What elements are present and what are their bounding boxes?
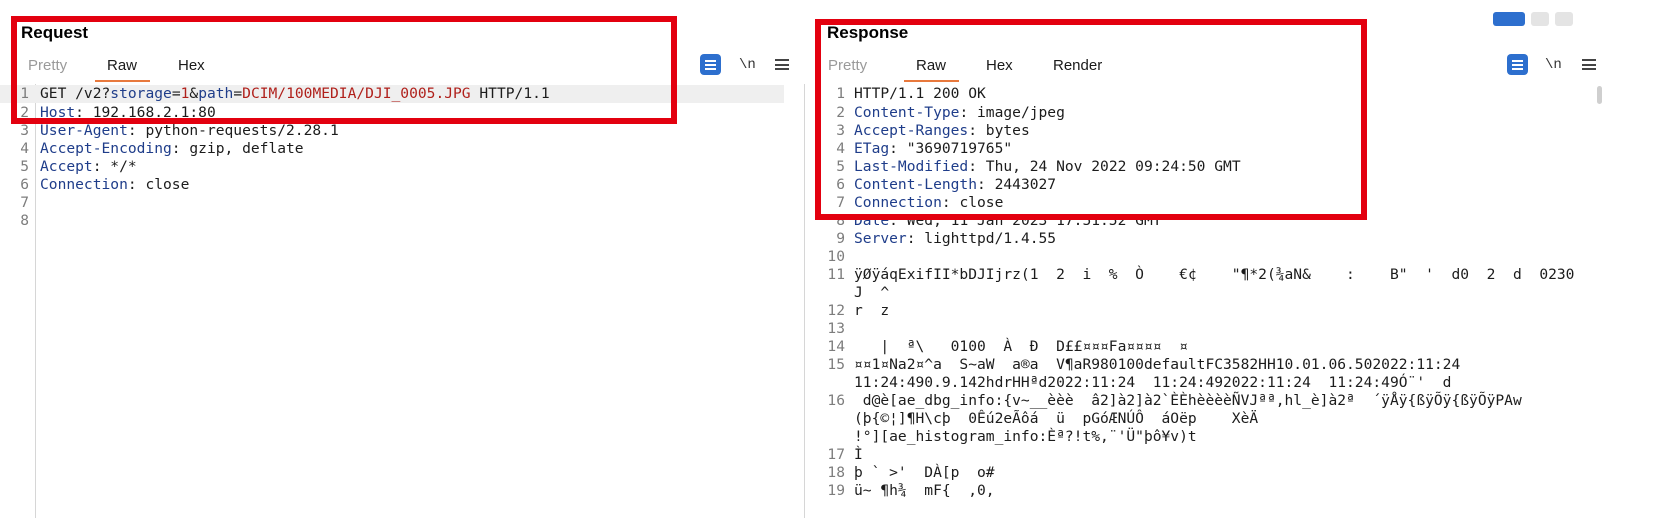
response-line: 12 r z (827, 302, 890, 319)
response-line: 17 Ì (827, 446, 863, 463)
response-line: 4 ETag: "3690719765" (836, 140, 1013, 157)
response-tab-raw[interactable]: Raw (903, 56, 960, 82)
response-line: 11:24:490.9.142hdrHHªd2022:11:24 11:24:4… (854, 374, 1452, 391)
response-tab-render[interactable]: Render (1053, 56, 1102, 82)
response-line: 16 d@è[ae_dbg_info:{v~__èèè â2]à2]à2`ÈÈh… (827, 392, 1522, 409)
response-line: 10 (827, 248, 845, 265)
response-tab-pretty[interactable]: Pretty (828, 56, 867, 82)
hamburger-menu-icon[interactable] (775, 59, 789, 70)
response-line: 3 Accept-Ranges: bytes (836, 122, 1030, 139)
response-title: Response (827, 23, 909, 42)
request-tab-hex[interactable]: Hex (178, 56, 205, 82)
request-line: 4 Accept-Encoding: gzip, deflate (20, 140, 304, 157)
response-line: 11 ÿØÿáqExifII*bDJIjrz(1 2 i % Ò €¢ "¶*2(… (827, 266, 1575, 283)
layout-toggle-icon[interactable] (1555, 12, 1573, 26)
response-line: 15 ¤¤1¤Na2¤^a S~aW a®a V¶aR980100defaultF… (827, 356, 1461, 373)
response-line: !°][ae_histogram_info:Èª?!t%,¨'Ü"þô¥v)t (854, 428, 1197, 445)
response-tab-hex[interactable]: Hex (986, 56, 1013, 82)
wrap-lines-icon[interactable] (700, 54, 721, 75)
response-line: 6 Content-Length: 2443027 (836, 176, 1057, 193)
request-line: 7 (20, 194, 29, 211)
request-tab-pretty[interactable]: Pretty (28, 56, 67, 82)
response-line: 7 Connection: close (836, 194, 1004, 211)
wrap-lines-icon[interactable] (1507, 54, 1528, 75)
hamburger-menu-icon[interactable] (1582, 59, 1596, 70)
request-line: 2 Host: 192.168.2.1:80 (20, 104, 216, 121)
response-line: (þ{©¦]¶H\cþ 0Êú2eÃôá ü pGóÆNÚÔ áOëp XèÄ (854, 410, 1259, 427)
request-pane: Request Pretty Raw Hex \n 1 GET /v2?stor… (0, 0, 794, 518)
request-line: 3 User-Agent: python-requests/2.28.1 (20, 122, 339, 139)
request-line: 1 GET /v2?storage=1&path=DCIM/100MEDIA/D… (0, 85, 784, 103)
layout-toggle-icon[interactable] (1493, 12, 1525, 26)
response-line: 8 Date: Wed, 11 Jan 2023 17:51:52 GMT (836, 212, 1162, 229)
response-line: 14 | ª\ 0100 À Ð D££¤¤¤Fa¤¤¤¤ ¤ (827, 338, 1188, 355)
request-line: 5 Accept: */* (20, 158, 137, 175)
response-line: 13 (827, 320, 845, 337)
response-pane: Response Pretty Raw Hex Render \n 1 HTTP/… (804, 0, 1610, 518)
response-line: 1 HTTP/1.1 200 OK (836, 85, 986, 102)
response-line: 5 Last-Modified: Thu, 24 Nov 2022 09:24:5… (836, 158, 1241, 175)
newline-toggle-icon[interactable]: \n (1545, 55, 1562, 75)
response-editor[interactable]: 1 HTTP/1.1 200 OK 2 Content-Type: image/jp… (804, 84, 1610, 518)
request-tab-raw[interactable]: Raw (94, 56, 151, 82)
request-editor[interactable]: 1 GET /v2?storage=1&path=DCIM/100MEDIA/D… (0, 84, 794, 518)
layout-toggle-icon[interactable] (1531, 12, 1549, 26)
request-line: 8 (20, 212, 29, 229)
response-line: 2 Content-Type: image/jpeg (836, 104, 1065, 121)
response-line: J ^ (854, 284, 890, 301)
request-line: 6 Connection: close (20, 176, 190, 193)
newline-toggle-icon[interactable]: \n (739, 55, 756, 75)
request-title: Request (21, 23, 89, 42)
response-line: 18 þ ` >' DÀ[p o# (827, 464, 995, 481)
response-line: 19 ü~ ¶h¾ mF{ ,0, (827, 482, 995, 499)
response-line: 9 Server: lighttpd/1.4.55 (836, 230, 1057, 247)
